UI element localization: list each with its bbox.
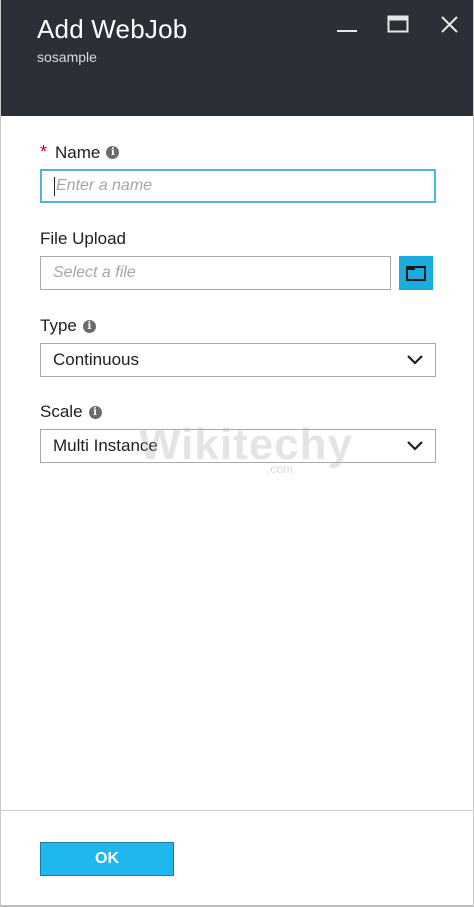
chevron-down-icon <box>407 441 423 451</box>
blade-title: Add WebJob <box>37 14 188 44</box>
minimize-icon <box>337 30 357 32</box>
type-selected-value: Continuous <box>53 350 140 369</box>
scale-selected-value: Multi Instance <box>53 436 158 455</box>
name-label-row: * Name i <box>40 142 120 163</box>
text-caret <box>54 176 55 196</box>
maximize-button[interactable] <box>385 12 411 38</box>
file-upload-input[interactable]: Select a file <box>40 256 391 290</box>
maximize-icon <box>387 15 409 33</box>
type-label: Type <box>40 316 77 335</box>
type-select[interactable]: Continuous <box>40 343 436 377</box>
blade-subtitle: sosample <box>37 49 97 65</box>
required-marker: * <box>40 142 48 162</box>
type-label-row: Type i <box>40 316 96 336</box>
info-icon[interactable]: i <box>82 319 96 333</box>
scale-label-row: Scale i <box>40 402 102 422</box>
info-icon[interactable]: i <box>106 146 120 159</box>
ok-button[interactable]: OK <box>40 842 174 876</box>
blade-header: Add WebJob sosample <box>1 0 473 116</box>
scale-select[interactable]: Multi Instance <box>40 429 436 463</box>
name-input[interactable]: Enter a name <box>40 169 436 203</box>
chevron-down-icon <box>407 355 423 365</box>
footer-divider <box>1 810 473 811</box>
scale-label: Scale <box>40 402 83 421</box>
info-icon[interactable]: i <box>88 405 102 419</box>
close-icon <box>441 16 458 33</box>
file-upload-label: File Upload <box>40 229 126 248</box>
file-upload-label-row: File Upload <box>40 229 126 249</box>
close-button[interactable] <box>437 12 463 38</box>
browse-file-button[interactable] <box>399 256 433 290</box>
folder-icon <box>406 266 426 281</box>
name-label: Name <box>55 142 101 162</box>
file-upload-placeholder: Select a file <box>53 264 136 281</box>
minimize-button[interactable] <box>334 12 360 38</box>
watermark-domain: .com <box>267 462 294 476</box>
name-placeholder: Enter a name <box>56 177 153 194</box>
add-webjob-blade: Add WebJob sosample * Name i Enter a nam… <box>0 0 474 907</box>
